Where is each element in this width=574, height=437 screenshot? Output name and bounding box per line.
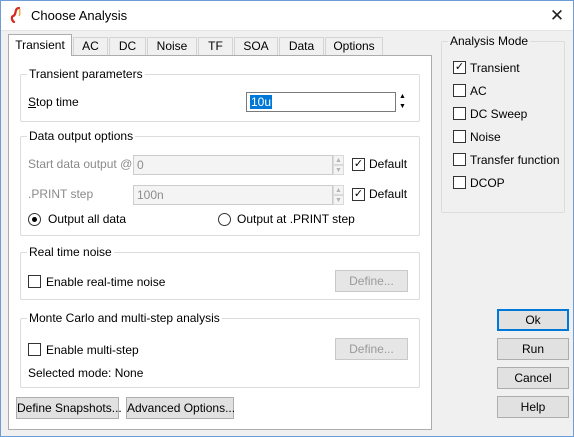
spin-up-icon[interactable]: ▲ — [333, 185, 344, 195]
mode-dcop-checkbox[interactable] — [453, 176, 466, 189]
ok-button[interactable]: Ok — [497, 309, 569, 331]
tab-label: AC — [82, 39, 99, 53]
tab-transient[interactable]: Transient — [8, 34, 72, 56]
tab-ac[interactable]: AC — [73, 37, 108, 55]
tab-label: Options — [333, 39, 375, 53]
selected-mode-text: Selected mode: None — [28, 366, 144, 380]
enable-multistep-checkbox[interactable] — [28, 343, 41, 356]
tab-data[interactable]: Data — [279, 37, 324, 55]
group-title: Data output options — [27, 129, 136, 143]
tab-tf[interactable]: TF — [198, 37, 233, 55]
tab-label: Transient — [15, 38, 65, 52]
transient-tab-panel: Transient parameters Stop time 10u ▲ ▼ D… — [8, 55, 432, 430]
spice-app-icon — [10, 7, 21, 23]
mode-transient-label: Transient — [470, 61, 520, 75]
stop-time-label: Stop time — [28, 95, 79, 109]
mode-dc-sweep-label: DC Sweep — [470, 107, 528, 121]
analysis-mode-group: Analysis Mode ✓ Transient AC DC Sweep No… — [441, 34, 565, 213]
start-data-output-label: Start data output @ — [28, 157, 133, 171]
define-snapshots-button[interactable]: Define Snapshots... — [16, 397, 122, 419]
spin-down-icon[interactable]: ▼ — [397, 102, 408, 112]
group-title: Real time noise — [27, 245, 114, 259]
mode-transient-checkbox[interactable]: ✓ — [453, 61, 466, 74]
tab-label: Data — [288, 39, 315, 53]
title-bar: Choose Analysis ✕ — [0, 0, 574, 31]
enable-noise-checkbox[interactable] — [28, 275, 41, 288]
advanced-options-button[interactable]: Advanced Options... — [126, 397, 235, 419]
print-step-spinner[interactable]: ▲ ▼ — [333, 185, 344, 205]
close-icon: ✕ — [549, 6, 565, 25]
multistep-define-button[interactable]: Define... — [335, 338, 408, 360]
group-title: Analysis Mode — [448, 34, 531, 48]
print-default-label: Default — [369, 187, 408, 201]
start-data-output-input[interactable]: 0 — [133, 155, 333, 175]
mode-dcop-label: DCOP — [470, 176, 505, 190]
start-data-output-spinner[interactable]: ▲ ▼ — [333, 155, 344, 175]
spin-up-icon[interactable]: ▲ — [333, 155, 344, 165]
start-default-checkbox[interactable]: ✓ — [352, 158, 365, 171]
enable-noise-label: Enable real-time noise — [46, 275, 166, 289]
mode-tf-label: Transfer function — [470, 153, 560, 167]
enable-multistep-label: Enable multi-step — [46, 343, 139, 357]
tab-label: Noise — [156, 39, 188, 53]
start-data-output-value: 0 — [137, 158, 144, 172]
start-default-label: Default — [369, 157, 408, 171]
stop-time-spinner[interactable]: ▲ ▼ — [397, 92, 408, 112]
mode-ac-checkbox[interactable] — [453, 84, 466, 97]
group-title: Monte Carlo and multi-step analysis — [27, 311, 222, 325]
group-title: Transient parameters — [27, 67, 145, 81]
output-print-step-label: Output at .PRINT step — [237, 212, 355, 226]
monte-carlo-group: Monte Carlo and multi-step analysis Enab… — [20, 311, 420, 388]
data-output-group: Data output options Start data output @ … — [20, 129, 420, 236]
mode-tf-checkbox[interactable] — [453, 153, 466, 166]
tab-noise[interactable]: Noise — [147, 37, 197, 55]
mode-ac-label: AC — [470, 84, 487, 98]
spin-down-icon[interactable]: ▼ — [333, 165, 344, 175]
radio-dot — [32, 217, 37, 222]
output-all-data-radio[interactable] — [28, 213, 41, 226]
print-default-checkbox[interactable]: ✓ — [352, 188, 365, 201]
noise-define-button[interactable]: Define... — [335, 270, 408, 292]
spin-up-icon[interactable]: ▲ — [397, 92, 408, 102]
transient-parameters-group: Transient parameters Stop time 10u ▲ ▼ — [20, 67, 420, 122]
tab-options[interactable]: Options — [325, 37, 383, 55]
output-all-data-label: Output all data — [48, 212, 127, 226]
help-button[interactable]: Help — [497, 396, 569, 418]
spin-down-icon[interactable]: ▼ — [333, 195, 344, 205]
window-title: Choose Analysis — [31, 8, 128, 23]
tab-label: TF — [208, 39, 223, 53]
run-button[interactable]: Run — [497, 338, 569, 360]
close-button[interactable]: ✕ — [540, 0, 574, 31]
mode-noise-label: Noise — [470, 130, 501, 144]
tab-label: SOA — [243, 39, 269, 53]
print-step-value: 100n — [137, 188, 164, 202]
stop-time-label-rest: top time — [36, 95, 79, 109]
stop-time-input[interactable]: 10u — [246, 92, 396, 112]
cancel-button[interactable]: Cancel — [497, 367, 569, 389]
tab-label: DC — [118, 39, 137, 53]
output-print-step-radio[interactable] — [218, 213, 231, 226]
print-step-label: .PRINT step — [28, 187, 94, 201]
real-time-noise-group: Real time noise Enable real-time noise D… — [20, 245, 420, 300]
stop-time-value: 10u — [250, 95, 273, 109]
print-step-input[interactable]: 100n — [133, 185, 333, 205]
tab-dc[interactable]: DC — [109, 37, 146, 55]
tab-soa[interactable]: SOA — [234, 37, 278, 55]
mode-noise-checkbox[interactable] — [453, 130, 466, 143]
mode-dc-sweep-checkbox[interactable] — [453, 107, 466, 120]
